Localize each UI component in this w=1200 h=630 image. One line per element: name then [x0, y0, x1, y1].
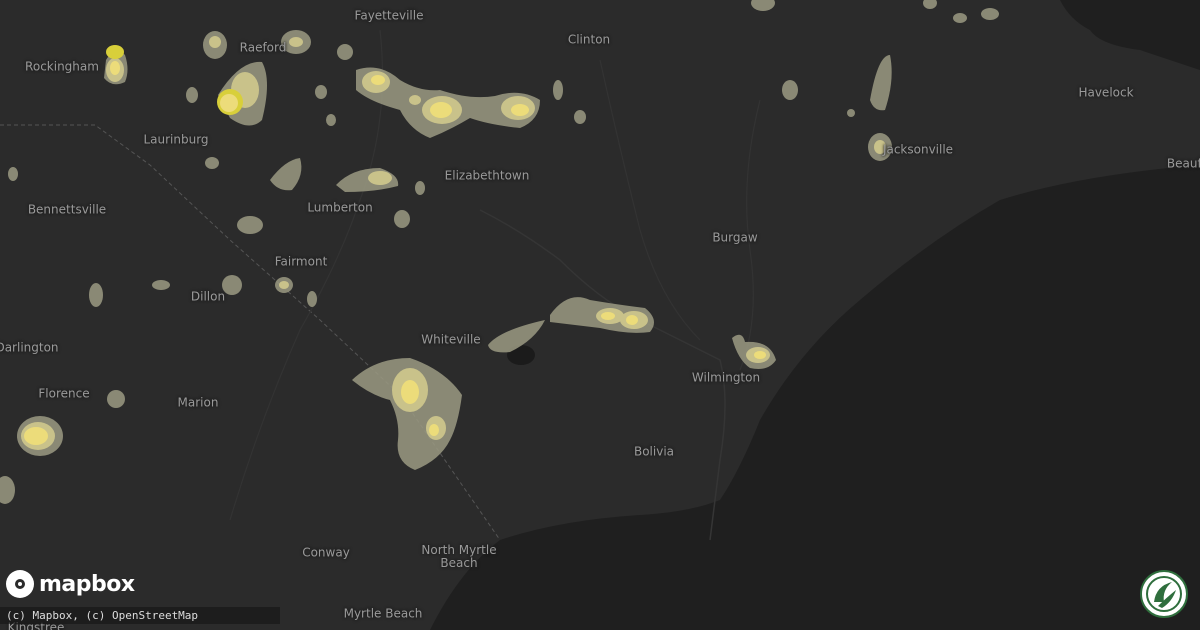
hail-swath	[401, 380, 419, 404]
hail-swath	[289, 37, 303, 47]
hail-swath	[237, 216, 263, 234]
hail-swath	[152, 280, 170, 290]
hail-core-light	[220, 94, 238, 112]
mapbox-logo[interactable]: mapbox	[6, 570, 135, 598]
city-label-darlington: Darlington	[0, 340, 59, 355]
city-label-clinton: Clinton	[567, 32, 611, 47]
city-label-havelock: Havelock	[1078, 85, 1134, 100]
hail-swath	[326, 114, 336, 126]
city-label-raeford: Raeford	[239, 40, 287, 55]
city-label-florence: Florence	[38, 386, 90, 401]
city-label-elizabethtown: Elizabethtown	[444, 168, 530, 183]
city-label-marion: Marion	[177, 395, 219, 410]
hail-swath	[307, 291, 317, 307]
hail-swath	[511, 104, 529, 116]
hail-swath	[110, 61, 120, 75]
city-label-whiteville: Whiteville	[421, 332, 481, 347]
hail-swath	[953, 13, 967, 23]
hail-swath	[601, 312, 615, 320]
city-label-lumberton: Lumberton	[307, 200, 373, 215]
hail-swath	[430, 102, 452, 118]
hail-swath	[24, 427, 48, 445]
hail-swath	[315, 85, 327, 99]
hail-swath	[89, 283, 103, 307]
hail-badge-graphic	[1146, 576, 1182, 612]
hail-swath	[981, 8, 999, 20]
mapbox-logo-icon	[6, 570, 34, 598]
hail-badge-icon	[1140, 570, 1188, 618]
hail-swath	[488, 320, 545, 353]
city-label-conway: Conway	[302, 545, 350, 560]
city-label-jacksonville: Jacksonville	[882, 142, 954, 157]
hail-swath	[220, 94, 238, 112]
hail-swath	[106, 45, 124, 59]
hail-swath	[553, 80, 563, 100]
hail-swath	[409, 95, 421, 105]
city-label-north-myrtle-beach: North Myrtle Beach	[421, 543, 497, 570]
hail-swath	[751, 0, 775, 11]
city-label-dillon: Dillon	[190, 289, 226, 304]
city-label-bolivia: Bolivia	[633, 444, 675, 459]
city-label-bennettsville: Bennettsville	[27, 202, 107, 217]
hail-swath	[186, 87, 198, 103]
hail-swath	[209, 36, 221, 48]
hail-swath	[371, 75, 385, 85]
hail-swath	[0, 476, 15, 504]
hail-swath	[205, 157, 219, 169]
hail-swath	[368, 171, 392, 185]
hail-swath	[870, 55, 892, 111]
hail-swath	[429, 424, 439, 436]
hail-swath	[8, 167, 18, 181]
city-label-wilmington: Wilmington	[691, 370, 761, 385]
hail-overlay	[0, 0, 999, 504]
map[interactable]: Fayetteville Raeford Clinton Rockingham …	[0, 0, 1200, 630]
hail-swath	[107, 390, 125, 408]
city-label-fairmont: Fairmont	[274, 254, 328, 269]
city-label-myrtle-beach: Myrtle Beach	[343, 606, 423, 621]
hail-swath	[626, 315, 638, 325]
hail-swath	[754, 351, 766, 359]
map-attribution[interactable]: (c) Mapbox, (c) OpenStreetMap	[0, 607, 280, 624]
hail-swath	[415, 181, 425, 195]
city-label-fayetteville: Fayetteville	[354, 8, 424, 23]
hail-swath	[847, 109, 855, 117]
city-label-rockingham: Rockingham	[25, 59, 99, 74]
city-label-burgaw: Burgaw	[712, 230, 758, 245]
mapbox-logo-text: mapbox	[39, 571, 135, 597]
hail-swath	[394, 210, 410, 228]
city-label-laurinburg: Laurinburg	[143, 132, 209, 147]
hail-swath	[782, 80, 798, 100]
hail-swath	[923, 0, 937, 9]
hail-swath	[337, 44, 353, 60]
hail-outer	[0, 0, 999, 504]
city-label-beaufort: Beaufo	[1166, 156, 1200, 171]
hail-swath	[270, 158, 302, 191]
hail-swath	[574, 110, 586, 124]
hail-swath	[279, 281, 289, 289]
